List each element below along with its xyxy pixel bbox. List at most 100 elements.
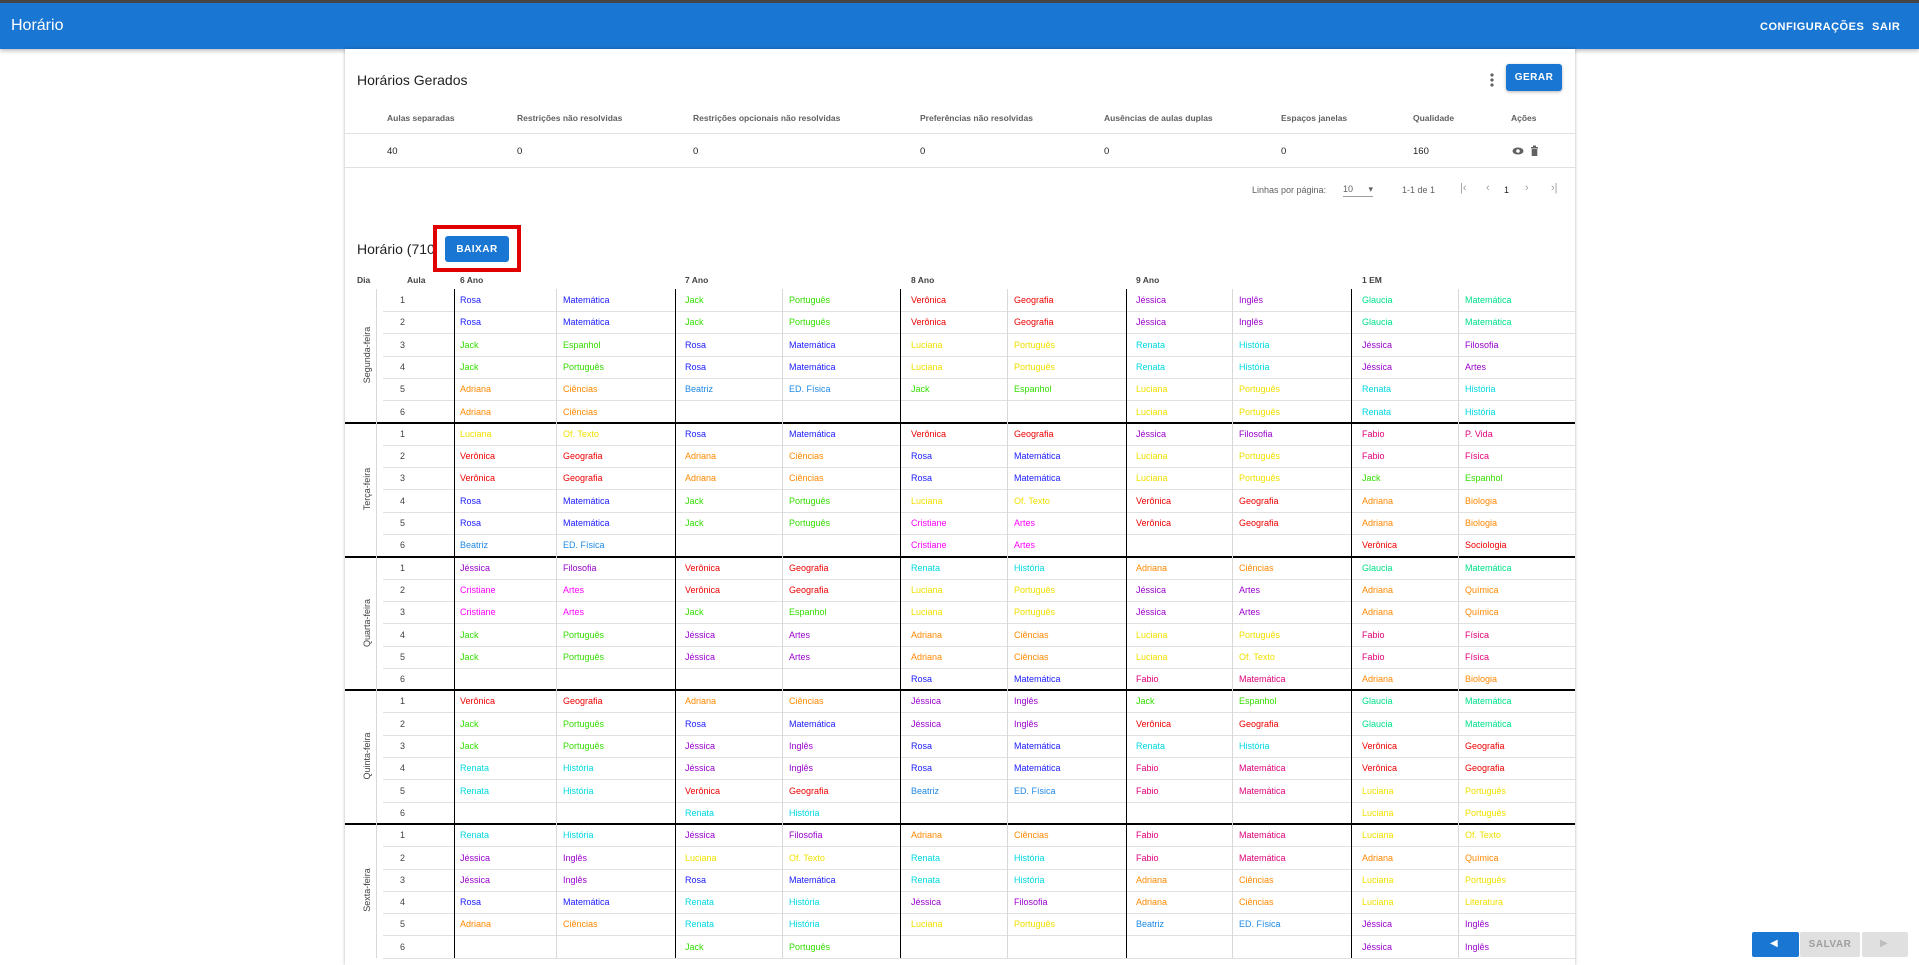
teacher-cell: Luciana	[911, 495, 943, 506]
subject-cell: P. Vida	[1465, 428, 1493, 439]
lesson-number: 5	[400, 919, 406, 930]
teacher-cell: Fabio	[1136, 830, 1159, 841]
teacher-cell: Jéssica	[911, 897, 942, 908]
subject-cell: Português	[1014, 361, 1056, 372]
subject-cell: Física	[1465, 651, 1490, 662]
teacher-cell: Adriana	[1362, 607, 1394, 618]
teacher-cell: Rosa	[911, 473, 933, 484]
teacher-cell: Jéssica	[1136, 317, 1167, 328]
save-button[interactable]: SALVAR	[1800, 932, 1860, 957]
teacher-cell: Renata	[1362, 406, 1392, 417]
subject-cell: Português	[563, 361, 605, 372]
day-header: Dia	[357, 275, 371, 285]
schedule-row	[383, 579, 1575, 602]
settings-button[interactable]: CONFIGURAÇÕES	[1760, 21, 1864, 33]
subject-cell: Ciências	[1239, 562, 1274, 573]
column-divider	[376, 289, 377, 958]
arrow-left-icon: ◀	[1770, 938, 1778, 949]
generate-button[interactable]: GERAR	[1506, 64, 1562, 91]
teacher-cell: Adriana	[1362, 495, 1394, 506]
teacher-cell: Fabio	[1136, 785, 1159, 796]
lesson-number: 1	[400, 830, 406, 841]
more-vert-icon[interactable]	[1484, 71, 1500, 89]
teacher-cell: Jack	[685, 518, 704, 528]
subject-cell: Matemática	[563, 317, 610, 328]
subject-cell: Geografia	[563, 696, 603, 707]
schedule-row	[383, 668, 1575, 692]
lesson-number: 2	[400, 317, 406, 328]
generated-col-header: Restrições opcionais não resolvidas	[693, 113, 841, 123]
subject-cell: História	[789, 807, 820, 818]
teacher-cell: Jéssica	[1136, 295, 1167, 305]
teacher-cell: Rosa	[685, 428, 707, 439]
rows-per-page-select[interactable]: 10 ▾	[1343, 184, 1373, 197]
lesson-header: Aula	[407, 275, 426, 285]
subject-cell: Matemática	[563, 495, 610, 506]
next-page-icon[interactable]: ›	[1525, 182, 1529, 194]
teacher-cell: Jack	[911, 384, 930, 395]
subject-cell: Artes	[789, 629, 811, 640]
subject-cell: Geografia	[1239, 495, 1279, 506]
lesson-number: 2	[400, 584, 406, 595]
teacher-cell: Adriana	[911, 651, 943, 662]
teacher-cell: Jéssica	[685, 629, 716, 640]
subject-cell: Of. Texto	[1014, 495, 1050, 506]
subject-cell: Matemática	[1239, 852, 1286, 863]
schedule-row	[383, 467, 1575, 491]
teacher-cell: Jack	[685, 495, 704, 506]
first-page-icon[interactable]: |‹	[1460, 182, 1467, 194]
teacher-cell: Jéssica	[460, 874, 491, 885]
app-title: Horário	[11, 17, 64, 34]
schedule-row	[383, 401, 1575, 424]
last-page-icon[interactable]: ›|	[1551, 182, 1558, 194]
teacher-cell: Adriana	[1362, 852, 1394, 863]
prev-page-icon[interactable]: ‹	[1486, 182, 1490, 194]
teacher-cell: Jack	[1362, 473, 1381, 484]
teacher-cell: Renata	[1136, 741, 1166, 751]
subject-cell: Português	[563, 629, 605, 640]
teacher-cell: Verônica	[1362, 741, 1398, 751]
delete-icon[interactable]	[1530, 145, 1539, 159]
schedule-row	[383, 646, 1575, 669]
teacher-cell: Rosa	[911, 674, 933, 685]
schedule-title: Horário (710	[357, 241, 435, 257]
generated-col-header: Qualidade	[1413, 113, 1455, 123]
generated-cell: 0	[1104, 146, 1110, 157]
teacher-cell: Renata	[911, 852, 941, 863]
next-button[interactable]: ▶	[1862, 932, 1908, 957]
logout-button[interactable]: SAIR	[1872, 21, 1900, 33]
subject-cell: Artes	[1014, 518, 1036, 528]
generated-title: Horários Gerados	[357, 72, 468, 88]
teacher-cell: Luciana	[1362, 807, 1394, 818]
teacher-cell: Luciana	[1136, 473, 1168, 484]
schedule-row	[383, 690, 1575, 714]
subject-cell: Inglês	[789, 741, 814, 751]
subject-cell: Ciências	[789, 473, 824, 484]
teacher-cell: Verônica	[911, 295, 947, 305]
teacher-cell: Jack	[460, 629, 479, 640]
schedule-row	[383, 311, 1575, 335]
teacher-cell: Verônica	[460, 696, 496, 707]
subject-cell: História	[1014, 852, 1045, 863]
subject-cell: Geografia	[789, 584, 829, 595]
subject-cell: Matemática	[1239, 785, 1286, 796]
subject-cell: Ciências	[1239, 874, 1274, 885]
teacher-cell: Glaucia	[1362, 718, 1393, 729]
subject-cell: Matemática	[1014, 451, 1061, 462]
subject-cell: Inglês	[563, 874, 588, 885]
subject-cell: Of. Texto	[1465, 830, 1501, 841]
teacher-cell: Luciana	[911, 919, 943, 930]
generated-cell: 0	[693, 146, 699, 157]
teacher-cell: Glaucia	[1362, 562, 1393, 573]
teacher-cell: Jéssica	[685, 830, 716, 841]
subject-cell: Matemática	[563, 897, 610, 908]
lesson-number: 4	[400, 897, 406, 908]
view-icon[interactable]	[1512, 146, 1524, 159]
teacher-cell: Luciana	[1362, 830, 1394, 841]
teacher-cell: Cristiane	[911, 540, 947, 551]
lesson-number: 3	[400, 607, 406, 618]
teacher-cell: Jack	[685, 941, 704, 952]
subject-cell: Inglês	[563, 852, 588, 863]
previous-button[interactable]: ◀	[1752, 932, 1799, 957]
schedule-row	[383, 936, 1575, 959]
